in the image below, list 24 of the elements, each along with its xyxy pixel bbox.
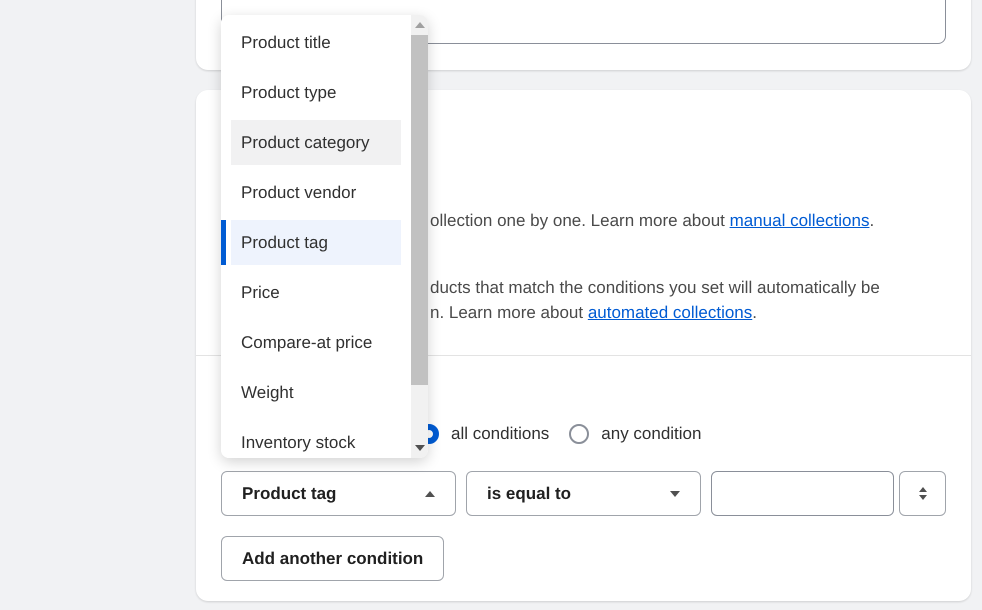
add-condition-button[interactable]: Add another condition <box>221 536 444 581</box>
scroll-up-icon <box>414 22 424 28</box>
operator-select[interactable]: is equal to <box>466 471 701 516</box>
radio-label: any condition <box>601 424 702 444</box>
description-text: ducts that match the conditions you set will automatically be <box>430 277 881 299</box>
radio-label: all conditions <box>451 424 550 444</box>
radio-option[interactable]: any condition <box>569 424 702 444</box>
caret-icon <box>425 490 435 496</box>
up-down-icon <box>918 487 926 500</box>
caret-icon <box>670 490 680 496</box>
scrollbar-thumb[interactable] <box>411 35 428 385</box>
dropdown-option[interactable]: Product tag <box>221 220 401 265</box>
help-link[interactable]: automated collections <box>588 303 752 322</box>
description-text: n. Learn more about automated collections. <box>430 302 758 324</box>
stepper-button[interactable] <box>899 471 946 516</box>
value-input[interactable] <box>711 471 894 516</box>
dropdown-option[interactable]: Product category <box>221 120 401 165</box>
help-link[interactable]: manual collections <box>730 211 870 230</box>
scroll-down-icon <box>414 445 424 451</box>
scrollbar[interactable] <box>411 15 428 458</box>
dropdown-option[interactable]: Inventory stock <box>221 420 401 458</box>
field-select[interactable]: Product tag <box>221 471 456 516</box>
radio-button[interactable] <box>569 424 590 444</box>
description-text: ollection one by one. Learn more about manual collections. <box>430 210 876 232</box>
